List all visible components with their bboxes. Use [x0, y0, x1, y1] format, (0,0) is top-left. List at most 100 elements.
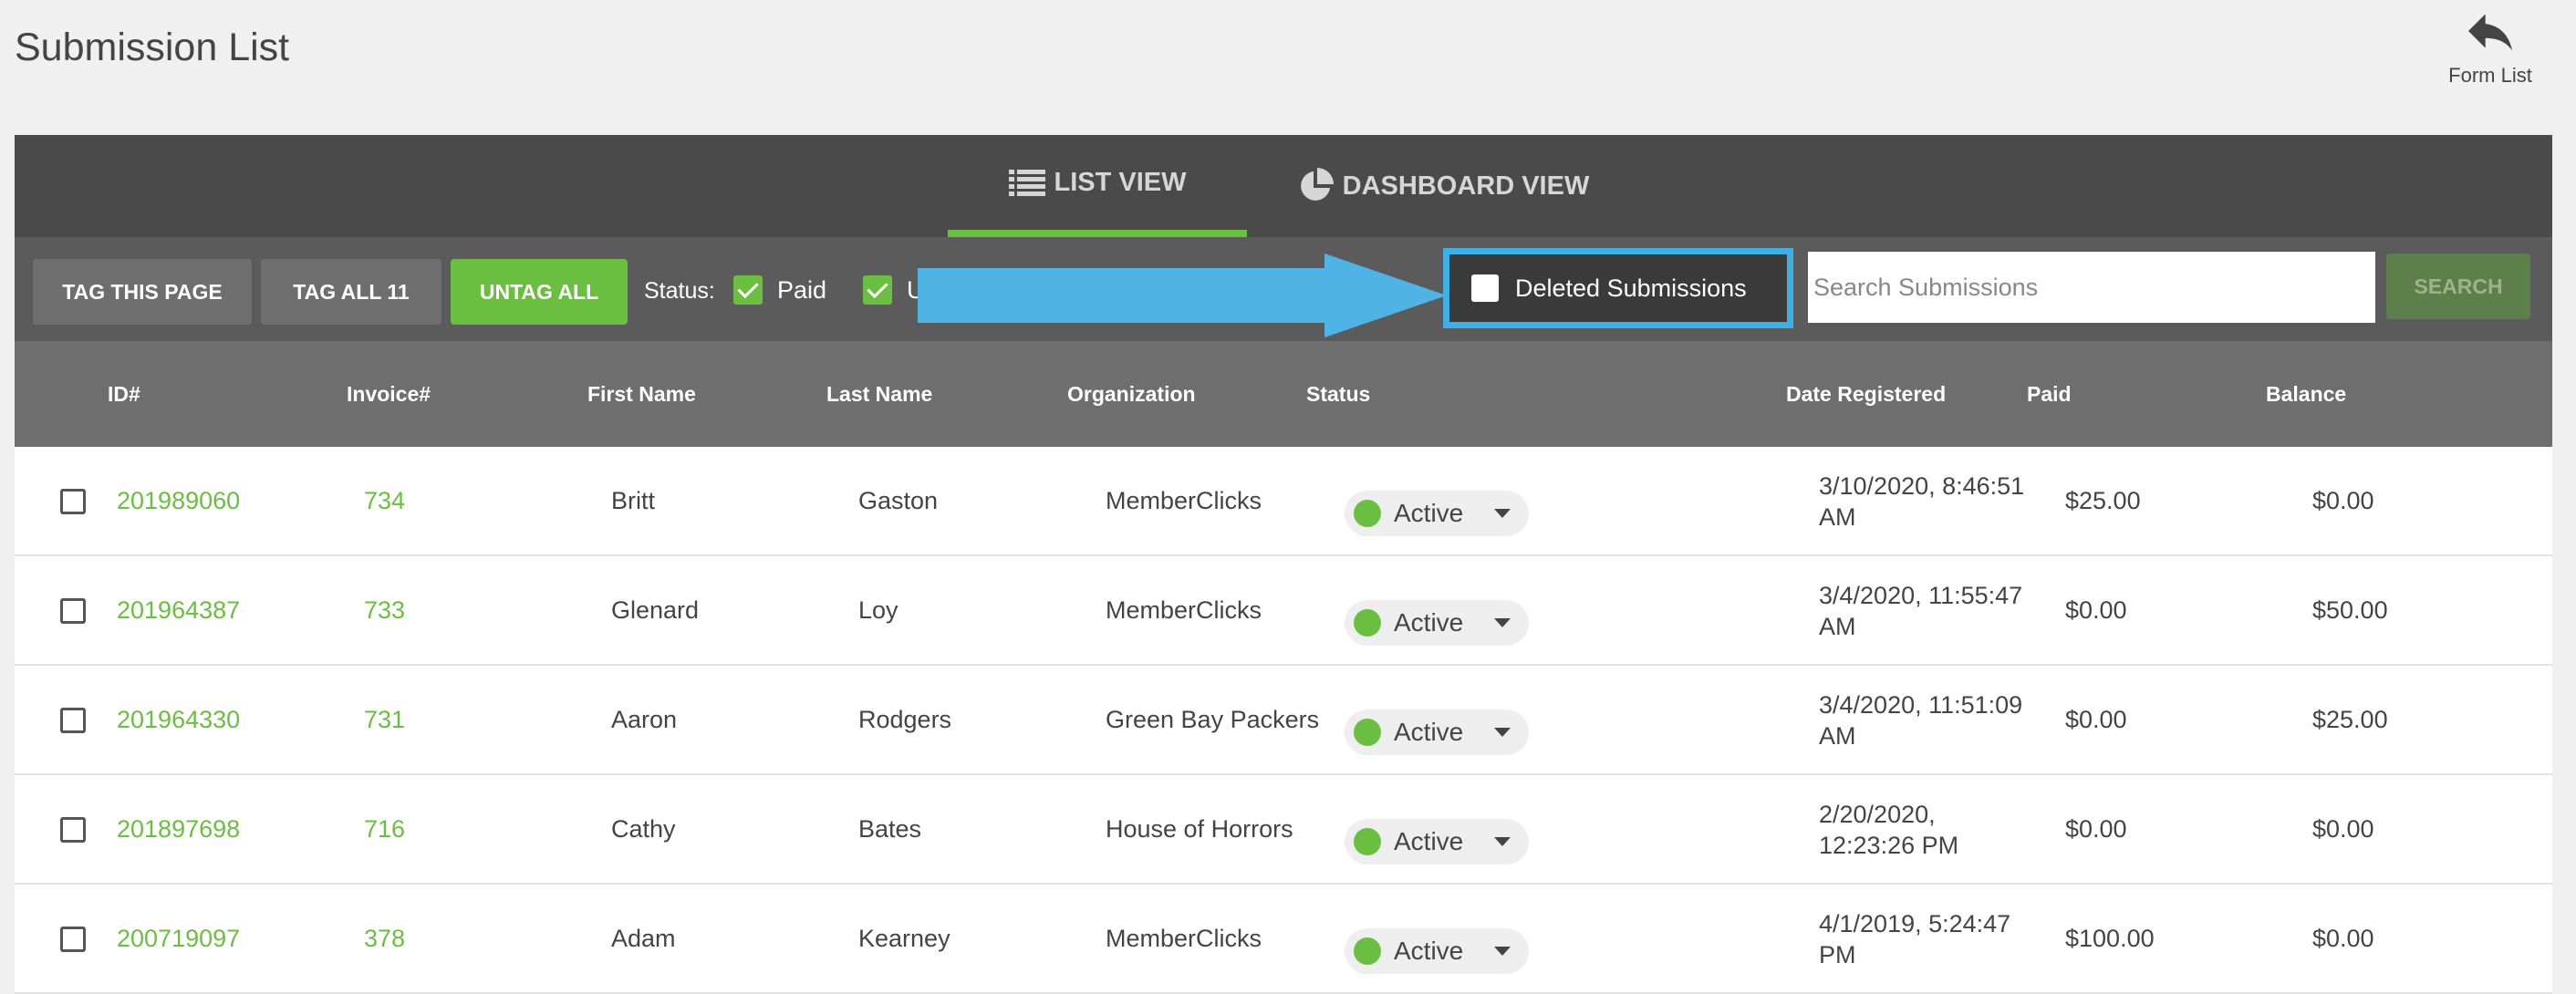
submission-id-link[interactable]: 201964387: [117, 596, 240, 625]
table-row[interactable]: 201989060 734 Britt Gaston MemberClicks …: [15, 447, 2552, 556]
invoice-link[interactable]: 734: [364, 487, 405, 515]
last-name: Gaston: [858, 487, 939, 514]
organization: House of Horrors: [1106, 815, 1293, 843]
form-list-label: Form List: [2448, 64, 2532, 87]
balance-amount: $0.00: [2312, 925, 2374, 952]
date-line-1: 4/1/2019, 5:24:47: [1819, 910, 2011, 937]
date-line-2: AM: [1819, 503, 1856, 531]
balance-amount: $50.00: [2312, 596, 2388, 624]
first-name: Aaron: [611, 706, 678, 733]
submission-id-link[interactable]: 201964330: [117, 706, 240, 734]
submission-id-link[interactable]: 201897698: [117, 815, 240, 844]
status-dropdown[interactable]: Active: [1345, 819, 1529, 865]
first-name: Glenard: [611, 596, 700, 624]
date-registered: 3/4/2020, 11:51:09 AM: [1819, 689, 2022, 751]
row-checkbox[interactable]: [60, 708, 86, 733]
status-dropdown[interactable]: Active: [1345, 709, 1529, 755]
invoice-link[interactable]: 378: [364, 925, 405, 953]
header-paid: Paid: [2027, 382, 2072, 406]
unpaid-checkbox[interactable]: [863, 275, 892, 305]
header-id: ID#: [108, 382, 140, 406]
date-registered: 3/4/2020, 11:55:47 AM: [1819, 580, 2022, 642]
deleted-submissions-toggle[interactable]: Deleted Submissions: [1443, 248, 1793, 328]
header-date-registered: Date Registered: [1786, 382, 1947, 406]
caret-down-icon: [1494, 618, 1511, 627]
active-status-dot: [1354, 828, 1381, 855]
row-checkbox[interactable]: [60, 817, 86, 843]
tab-list-view[interactable]: LIST VIEW: [948, 135, 1247, 237]
list-icon: [1008, 170, 1045, 196]
active-status-dot: [1354, 937, 1381, 965]
date-registered: 3/10/2020, 8:46:51 AM: [1819, 471, 2024, 533]
paid-amount: $0.00: [2065, 815, 2127, 843]
header-first-name: First Name: [587, 382, 696, 406]
last-name: Bates: [858, 815, 922, 843]
table-row[interactable]: 200719097 378 Adam Kearney MemberClicks …: [15, 885, 2552, 994]
active-status-dot: [1354, 609, 1381, 637]
table-row[interactable]: 201964387 733 Glenard Loy MemberClicks A…: [15, 556, 2552, 666]
status-filter-label: Status:: [644, 278, 715, 304]
paid-checkbox[interactable]: [733, 275, 763, 305]
status-text: Active: [1394, 937, 1464, 965]
paid-label: Paid: [777, 276, 827, 304]
submission-id-link[interactable]: 201989060: [117, 487, 240, 515]
date-line-1: 3/4/2020, 11:51:09: [1819, 691, 2023, 719]
status-text: Active: [1394, 608, 1464, 637]
untag-all-button[interactable]: UNTAG ALL: [451, 259, 628, 325]
tab-list-view-label: LIST VIEW: [1054, 167, 1187, 197]
search-input[interactable]: [1808, 252, 2375, 323]
header-last-name: Last Name: [826, 382, 933, 406]
invoice-link[interactable]: 716: [364, 815, 405, 844]
header-status: Status: [1306, 382, 1371, 406]
balance-amount: $0.00: [2312, 815, 2374, 843]
paid-amount: $100.00: [2065, 925, 2155, 952]
first-name: Adam: [611, 925, 676, 952]
paid-amount: $0.00: [2065, 706, 2127, 733]
form-list-button[interactable]: Form List: [2426, 0, 2554, 100]
header-balance: Balance: [2266, 382, 2347, 406]
tag-all-button[interactable]: TAG ALL 11: [261, 259, 441, 325]
last-name: Rodgers: [858, 706, 952, 733]
row-checkbox[interactable]: [60, 598, 86, 624]
back-arrow-icon: [2468, 14, 2512, 51]
row-checkbox[interactable]: [60, 489, 86, 514]
toolbar: TAG THIS PAGE TAG ALL 11 UNTAG ALL Statu…: [15, 237, 2552, 341]
status-text: Active: [1394, 499, 1464, 527]
caret-down-icon: [1494, 837, 1511, 846]
active-status-dot: [1354, 500, 1381, 527]
date-line-1: 3/4/2020, 11:55:47: [1819, 582, 2023, 609]
tag-this-page-button[interactable]: TAG THIS PAGE: [33, 259, 252, 325]
table-row[interactable]: 201964330 731 Aaron Rodgers Green Bay Pa…: [15, 666, 2552, 775]
balance-amount: $25.00: [2312, 706, 2388, 733]
submission-id-link[interactable]: 200719097: [117, 925, 240, 953]
organization: MemberClicks: [1106, 487, 1262, 514]
organization: MemberClicks: [1106, 596, 1262, 624]
invoice-link[interactable]: 731: [364, 706, 405, 734]
row-checkbox[interactable]: [60, 927, 86, 952]
active-status-dot: [1354, 719, 1381, 746]
status-text: Active: [1394, 718, 1464, 746]
organization: Green Bay Packers: [1106, 706, 1320, 733]
date-registered: 4/1/2019, 5:24:47 PM: [1819, 908, 2010, 970]
last-name: Loy: [858, 596, 898, 624]
invoice-link[interactable]: 733: [364, 596, 405, 625]
date-line-2: PM: [1819, 941, 1856, 968]
tab-dashboard-view[interactable]: DASHBOARD VIEW: [1283, 135, 1603, 237]
status-dropdown[interactable]: Active: [1345, 928, 1529, 974]
date-line-1: 3/10/2020, 8:46:51: [1819, 472, 2025, 500]
status-dropdown[interactable]: Active: [1345, 600, 1529, 646]
organization: MemberClicks: [1106, 925, 1262, 952]
last-name: Kearney: [858, 925, 950, 952]
deleted-submissions-checkbox[interactable]: [1471, 274, 1499, 302]
table-header: ID# Invoice# First Name Last Name Organi…: [15, 341, 2552, 447]
date-line-2: 12:23:26 PM: [1819, 832, 1959, 859]
date-line-2: AM: [1819, 613, 1856, 640]
status-text: Active: [1394, 827, 1464, 855]
date-registered: 2/20/2020, 12:23:26 PM: [1819, 799, 1958, 861]
header-organization: Organization: [1067, 382, 1196, 406]
table-row[interactable]: 201897698 716 Cathy Bates House of Horro…: [15, 775, 2552, 885]
page-title: Submission List: [15, 26, 290, 69]
status-dropdown[interactable]: Active: [1345, 491, 1529, 536]
unpaid-label: U: [907, 276, 925, 304]
search-button[interactable]: SEARCH: [2386, 254, 2530, 319]
